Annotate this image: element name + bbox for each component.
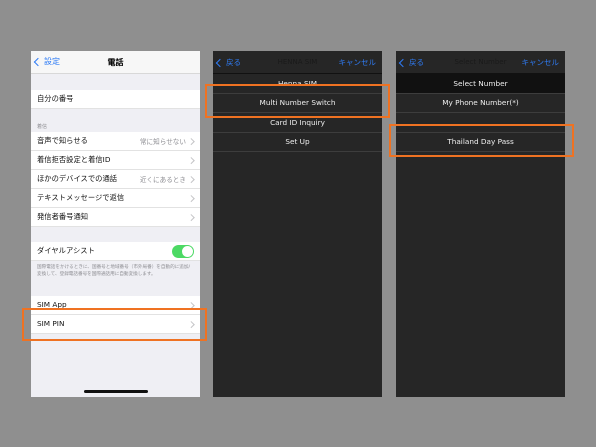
row-label: 発信者番号通知	[37, 212, 89, 221]
settings-phone-screen: 設定 電話 自分の番号 着信 音声で知らせる 常に知らせない 着信拒否設定と着信…	[31, 51, 200, 397]
call-blocking-row[interactable]: 着信拒否設定と着信ID	[31, 151, 200, 170]
row-value: 近くにあるとき	[139, 176, 186, 184]
highlight-box-sim-app	[22, 308, 207, 341]
cancel-button[interactable]: キャンセル	[522, 57, 560, 68]
section-header-call: 着信	[37, 124, 48, 130]
select-number-screen: 戻る Select Number キャンセル Select Number My …	[396, 51, 565, 397]
highlight-box-thailand-day-pass	[389, 124, 574, 157]
menu-header-select-number: Select Number	[396, 74, 565, 94]
home-indicator	[84, 390, 148, 393]
row-value: 常に知らせない	[139, 138, 186, 146]
show-caller-id-row[interactable]: 発信者番号通知	[31, 208, 200, 227]
nav-bar: 戻る Select Number キャンセル	[396, 51, 565, 73]
highlight-box-multi-number-switch	[205, 84, 390, 118]
cancel-button[interactable]: キャンセル	[339, 57, 377, 68]
dial-assist-toggle[interactable]	[172, 245, 194, 258]
my-number-label: 自分の番号	[37, 94, 74, 103]
chevron-right-icon	[187, 214, 194, 221]
calls-other-devices-row[interactable]: ほかのデバイスでの通話 近くにあるとき	[31, 170, 200, 189]
announce-calls-row[interactable]: 音声で知らせる 常に知らせない	[31, 132, 200, 151]
row-label: 音声で知らせる	[37, 136, 88, 145]
toggle-knob	[182, 246, 193, 257]
nav-bar: 戻る HENNA SIM キャンセル	[213, 51, 382, 73]
chevron-right-icon	[187, 195, 194, 202]
nav-bar: 設定 電話	[31, 51, 200, 74]
row-label: 着信拒否設定と着信ID	[37, 155, 111, 164]
menu-item-my-phone-number[interactable]: My Phone Number(*)	[396, 93, 565, 113]
chevron-right-icon	[187, 138, 194, 145]
my-number-row[interactable]: 自分の番号	[31, 90, 200, 109]
menu-item-set-up[interactable]: Set Up	[213, 132, 382, 152]
dial-assist-note: 国際電話をかけるときに、国番号と地域番号（市外局番）を自動的に追加/変換して、登…	[37, 265, 191, 277]
respond-with-text-row[interactable]: テキストメッセージで返信	[31, 189, 200, 208]
chevron-right-icon	[187, 157, 194, 164]
row-label: ダイヤルアシスト	[37, 246, 95, 255]
row-label: ほかのデバイスでの通話	[37, 174, 118, 183]
chevron-right-icon	[187, 176, 194, 183]
row-label: テキストメッセージで返信	[37, 193, 125, 202]
page-title: 電話	[107, 58, 124, 67]
dial-assist-row: ダイヤルアシスト	[31, 242, 200, 261]
